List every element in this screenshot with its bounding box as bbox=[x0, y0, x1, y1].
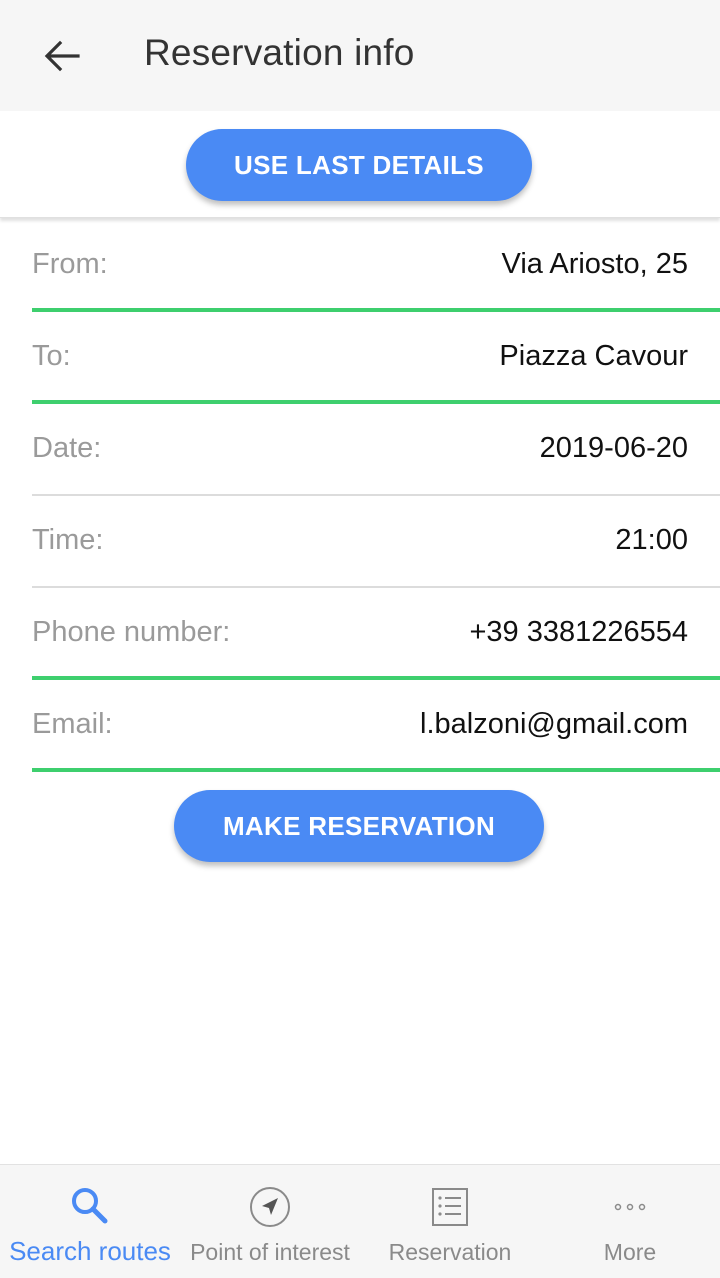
compass-icon bbox=[248, 1185, 292, 1229]
date-value[interactable]: 2019-06-20 bbox=[540, 432, 688, 465]
date-label: Date: bbox=[32, 432, 102, 464]
time-field[interactable]: Time: 21:00 bbox=[32, 496, 720, 588]
app-root: Reservation info USE LAST DETAILS From: … bbox=[0, 0, 720, 1278]
search-icon bbox=[68, 1185, 112, 1229]
email-value[interactable]: l.balzoni@gmail.com bbox=[420, 708, 688, 741]
nav-label-more: More bbox=[603, 1239, 657, 1265]
date-field[interactable]: Date: 2019-06-20 bbox=[32, 404, 720, 496]
reservation-form: From: Via Ariosto, 25 To: Piazza Cavour … bbox=[0, 220, 720, 772]
list-icon bbox=[428, 1185, 472, 1229]
nav-item-search-routes[interactable]: Search routes bbox=[0, 1165, 180, 1278]
nav-label-point-of-interest: Point of interest bbox=[190, 1239, 350, 1265]
nav-label-reservation: Reservation bbox=[388, 1239, 512, 1265]
top-action-bar: USE LAST DETAILS bbox=[0, 111, 720, 218]
nav-item-more[interactable]: More bbox=[540, 1165, 720, 1278]
phone-value[interactable]: +39 3381226554 bbox=[469, 616, 688, 649]
email-field[interactable]: Email: l.balzoni@gmail.com bbox=[32, 680, 720, 772]
page-title: Reservation info bbox=[144, 32, 415, 73]
to-field[interactable]: To: Piazza Cavour bbox=[32, 312, 720, 404]
back-button[interactable] bbox=[32, 26, 92, 86]
phone-field[interactable]: Phone number: +39 3381226554 bbox=[32, 588, 720, 680]
from-label: From: bbox=[32, 248, 108, 280]
use-last-details-button[interactable]: USE LAST DETAILS bbox=[186, 129, 532, 201]
nav-label-search-routes: Search routes bbox=[9, 1236, 171, 1266]
from-value[interactable]: Via Ariosto, 25 bbox=[502, 248, 688, 281]
from-field[interactable]: From: Via Ariosto, 25 bbox=[32, 220, 720, 312]
nav-item-point-of-interest[interactable]: Point of interest bbox=[180, 1165, 360, 1278]
email-label: Email: bbox=[32, 708, 113, 740]
time-value[interactable]: 21:00 bbox=[615, 524, 688, 557]
to-label: To: bbox=[32, 340, 71, 372]
arrow-left-icon bbox=[44, 40, 80, 72]
bottom-nav: Search routes Point of interest Reservat… bbox=[0, 1164, 720, 1278]
time-label: Time: bbox=[32, 524, 104, 556]
make-reservation-button[interactable]: MAKE RESERVATION bbox=[174, 790, 544, 862]
to-value[interactable]: Piazza Cavour bbox=[499, 340, 688, 373]
nav-item-reservation[interactable]: Reservation bbox=[360, 1165, 540, 1278]
app-header: Reservation info bbox=[0, 0, 720, 111]
phone-label: Phone number: bbox=[32, 616, 231, 648]
more-icon bbox=[608, 1185, 652, 1229]
